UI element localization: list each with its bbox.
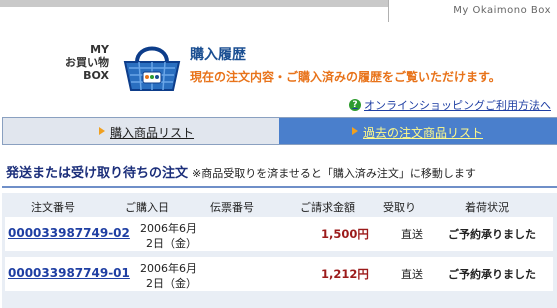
col-header-purchase-date: ご購入日 — [125, 201, 169, 214]
col-header-amount: ご請求金額 — [300, 201, 355, 214]
delivery-method: 直送 — [401, 268, 423, 281]
billing-amount: 1,500円 — [321, 227, 369, 241]
help-link[interactable]: ? オンラインショッピングご利用方法へ — [349, 97, 551, 113]
page-subtitle: 現在の注文内容・ご購入済みの履歴をご覧いただけます。 — [190, 70, 501, 84]
col-header-status: 着荷状況 — [465, 201, 509, 214]
section-divider — [2, 186, 557, 188]
order-number-link[interactable]: 000033987749-02 — [8, 226, 130, 240]
section-header: 発送または受け取り待ちの注文 ※商品受取りを済ませると「購入済み注文」に移動します — [6, 162, 476, 181]
col-header-slip-no: 伝票番号 — [210, 201, 254, 214]
purchase-date: 2006年6月 — [140, 222, 197, 235]
help-link-label[interactable]: オンラインショッピングご利用方法へ — [364, 97, 551, 113]
arrival-status: ご予約承りました — [448, 268, 536, 281]
site-label-tab: My Okaimono Box — [388, 0, 557, 22]
purchase-date-day: 2日（金） — [146, 237, 197, 250]
section-heading: 発送または受け取り待ちの注文 — [6, 166, 189, 181]
tab-arrow-icon — [352, 127, 358, 135]
tab-purchased-items-label[interactable]: 購入商品リスト — [110, 124, 194, 141]
tab-arrow-icon — [99, 127, 105, 135]
logo-line-1: MY — [90, 43, 109, 56]
page-title: 購入履歴 — [190, 47, 246, 63]
tab-purchased-items[interactable]: 購入商品リスト — [3, 118, 279, 144]
logo-line-3: BOX — [83, 69, 109, 82]
arrival-status: ご予約承りました — [448, 228, 536, 241]
tab-past-orders[interactable]: 過去の注文商品リスト — [279, 118, 557, 144]
help-icon: ? — [349, 99, 361, 111]
col-header-delivery: 受取り — [383, 201, 416, 214]
billing-amount: 1,212円 — [321, 267, 369, 281]
logo-line-2: お買い物 — [65, 56, 109, 69]
col-header-order-no: 注文番号 — [31, 201, 75, 214]
site-label: My Okaimono Box — [453, 5, 551, 16]
section-note: ※商品受取りを済ませると「購入済み注文」に移動します — [192, 167, 476, 180]
my-okaimono-box-logo: MY お買い物 BOX — [55, 43, 109, 82]
purchase-date: 2006年6月 — [140, 262, 197, 275]
order-number-link[interactable]: 000033987749-01 — [8, 266, 130, 280]
tab-past-orders-label[interactable]: 過去の注文商品リスト — [363, 124, 483, 141]
table-row: 000033987749-01 2006年6月 2日（金） 1,212円 直送 … — [5, 257, 553, 291]
delivery-method: 直送 — [401, 228, 423, 241]
history-tabs: 購入商品リスト 過去の注文商品リスト — [2, 117, 557, 145]
purchase-date-day: 2日（金） — [146, 277, 197, 290]
shopping-basket-icon — [123, 46, 181, 91]
table-row: 000033987749-02 2006年6月 2日（金） 1,500円 直送 … — [5, 217, 553, 251]
top-bar: My Okaimono Box — [0, 0, 557, 22]
